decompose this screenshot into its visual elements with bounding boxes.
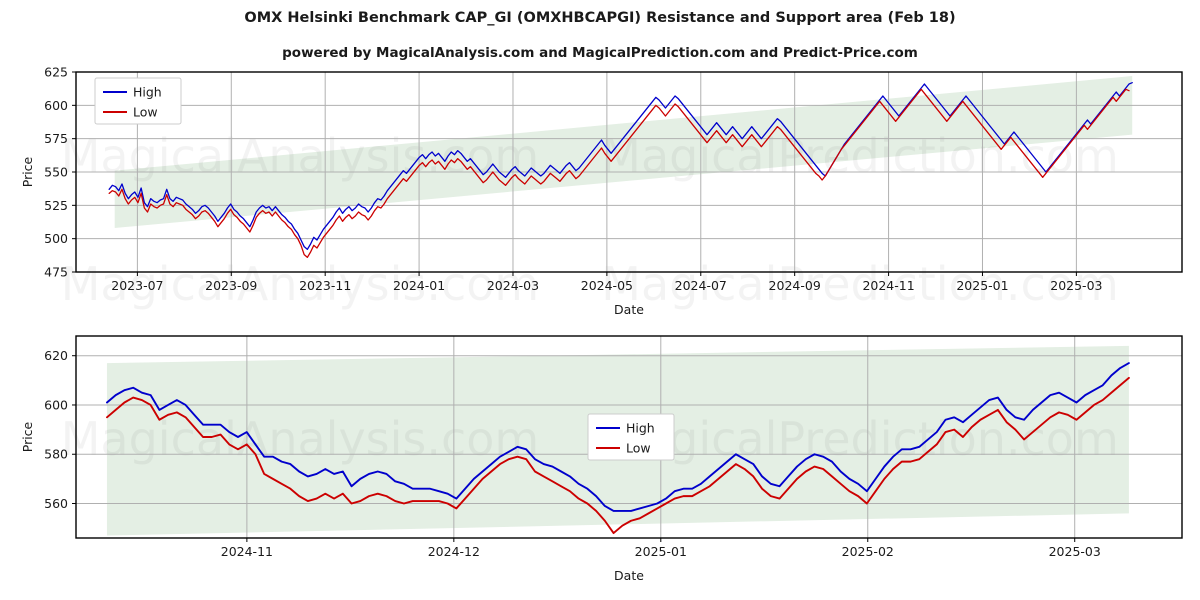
- xtick-label-lower-3: 2025-02: [842, 544, 894, 559]
- xtick-label-upper-5: 2024-05: [581, 278, 633, 293]
- ytick-label-upper-6: 625: [44, 65, 68, 80]
- ytick-label-lower-1: 580: [44, 447, 68, 462]
- xtick-label-upper-0: 2023-07: [111, 278, 163, 293]
- chart-panel-upper: MagicalAnalysis.comMagicalPrediction.com…: [44, 65, 1183, 317]
- yaxis-title-upper: Price: [20, 156, 35, 187]
- xtick-label-upper-3: 2024-01: [393, 278, 445, 293]
- watermark-left: MagicalAnalysis.com: [61, 129, 540, 183]
- legend-label-lower-high: High: [626, 421, 655, 436]
- xtick-label-upper-8: 2024-11: [862, 278, 914, 293]
- ytick-label-upper-2: 525: [44, 198, 68, 213]
- xaxis-title-lower: Date: [614, 568, 644, 583]
- legend-label-upper-low: Low: [133, 105, 158, 120]
- yaxis-title-lower: Price: [20, 421, 35, 452]
- legend-label-lower-low: Low: [626, 441, 651, 456]
- ytick-label-upper-5: 600: [44, 98, 68, 113]
- chart-page: OMX Helsinki Benchmark CAP_GI (OMXHBCAPG…: [0, 0, 1200, 600]
- xtick-label-lower-0: 2024-11: [221, 544, 273, 559]
- ytick-label-upper-3: 550: [44, 165, 68, 180]
- ytick-label-upper-4: 575: [44, 131, 68, 146]
- ytick-label-upper-1: 500: [44, 231, 68, 246]
- xtick-label-upper-4: 2024-03: [487, 278, 539, 293]
- xtick-label-lower-2: 2025-01: [635, 544, 687, 559]
- xtick-label-upper-9: 2025-01: [956, 278, 1008, 293]
- ytick-label-lower-2: 600: [44, 397, 68, 412]
- ytick-label-upper-0: 475: [44, 265, 68, 280]
- xtick-label-upper-7: 2024-09: [769, 278, 821, 293]
- charts-canvas: MagicalAnalysis.com MagicalPrediction.com…: [20, 65, 1183, 583]
- xtick-label-lower-4: 2025-03: [1049, 544, 1101, 559]
- legend-label-upper-high: High: [133, 85, 162, 100]
- legend-upper: High Low: [94, 77, 182, 125]
- ytick-label-lower-3: 620: [44, 348, 68, 363]
- ytick-label-lower-0: 560: [44, 496, 68, 511]
- xtick-label-upper-2: 2023-11: [299, 278, 351, 293]
- watermark-right-2: MagicalPrediction.com: [601, 412, 1119, 466]
- watermark-left-2: MagicalAnalysis.com: [61, 412, 540, 466]
- xtick-label-upper-10: 2025-03: [1050, 278, 1102, 293]
- xtick-label-upper-6: 2024-07: [675, 278, 727, 293]
- legend-lower: High Low: [587, 413, 675, 461]
- xtick-label-upper-1: 2023-09: [205, 278, 257, 293]
- xaxis-title-upper: Date: [614, 302, 644, 317]
- xtick-label-lower-1: 2024-12: [428, 544, 480, 559]
